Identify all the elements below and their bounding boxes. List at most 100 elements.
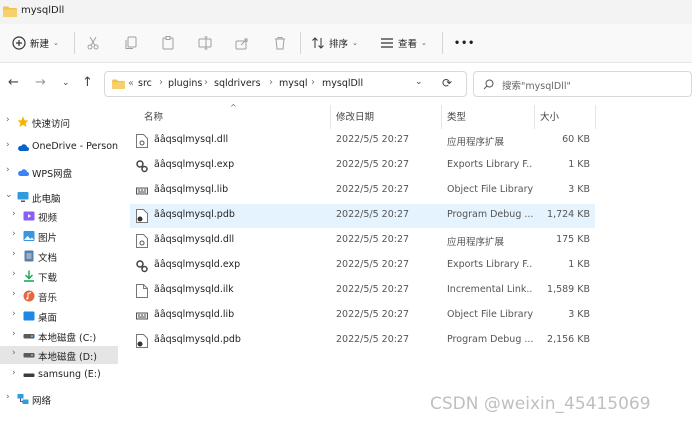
more-options-button[interactable]: ••• <box>454 24 475 62</box>
cloud-icon <box>18 144 29 151</box>
expand-chevron-icon[interactable]: › <box>12 329 16 339</box>
sidebar-item-label: WPS网盘 <box>32 169 73 180</box>
breadcrumb-item[interactable]: mysql <box>279 78 308 89</box>
download-icon <box>24 270 34 282</box>
pdb-file-icon <box>136 209 148 223</box>
breadcrumb-item[interactable]: sqldrivers <box>214 78 261 89</box>
up-arrow-icon[interactable]: ↑ <box>82 75 93 90</box>
breadcrumb-overflow[interactable]: « <box>128 78 134 89</box>
column-header-type[interactable]: 类型 <box>447 109 466 123</box>
column-divider[interactable] <box>595 105 596 129</box>
expand-chevron-icon[interactable]: › <box>12 348 16 358</box>
ilk-file-icon <box>136 284 148 298</box>
address-bar[interactable]: « src › plugins › sqldrivers › mysql › m… <box>104 71 467 97</box>
pdb-file-icon <box>136 334 148 348</box>
file-type: 应用程序扩展 <box>447 137 505 148</box>
clipboard-icon <box>162 36 174 50</box>
breadcrumb-current[interactable]: mysqlDll <box>322 78 363 89</box>
file-name: ãâqsqlmysqld.pdb <box>154 334 241 345</box>
sidebar-item-downloads[interactable]: › 下载 <box>0 267 118 285</box>
column-divider[interactable] <box>534 105 535 129</box>
cut-button[interactable] <box>86 24 100 62</box>
expand-chevron-icon[interactable]: › <box>6 140 10 150</box>
file-row-selected[interactable]: ãâqsqlmysql.pdb 2022/5/5 20:27 Program D… <box>130 204 595 228</box>
expand-chevron-icon[interactable]: › <box>6 115 10 125</box>
sidebar-item-label: samsung (E:) <box>38 369 101 380</box>
file-row[interactable]: ãâqsqlmysql.lib 2022/5/5 20:27 Object Fi… <box>130 179 595 203</box>
video-icon <box>23 211 35 221</box>
search-box[interactable]: 搜索"mysqlDll" <box>473 71 692 97</box>
delete-button[interactable] <box>273 24 287 62</box>
sidebar-item-onedrive[interactable]: › OneDrive - Persona <box>0 138 118 156</box>
file-row[interactable]: ãâqsqlmysqld.pdb 2022/5/5 20:27 Program … <box>130 329 595 353</box>
file-row[interactable]: ãâqsqlmysql.exp 2022/5/5 20:27 Exports L… <box>130 154 595 178</box>
file-name: ãâqsqlmysqld.dll <box>154 234 235 245</box>
expand-chevron-icon[interactable]: › <box>12 368 16 378</box>
back-arrow-icon[interactable]: ← <box>8 75 19 90</box>
collapse-chevron-icon[interactable]: ⌄ <box>5 190 13 200</box>
toolbar-divider <box>74 32 75 54</box>
column-header-name[interactable]: 名称 <box>144 109 163 123</box>
file-name: ãâqsqlmysqld.ilk <box>154 284 234 295</box>
sidebar-item-wps[interactable]: › WPS网盘 <box>0 163 118 181</box>
chevron-down-icon: ⌄ <box>421 39 427 47</box>
gear-file-icon <box>136 260 148 273</box>
paste-button[interactable] <box>161 24 175 62</box>
breadcrumb-item[interactable]: plugins <box>168 78 202 89</box>
sidebar-item-drive-c[interactable]: › 本地磁盘 (C:) <box>0 327 118 345</box>
column-divider[interactable] <box>441 105 442 129</box>
file-name: ãâqsqlmysql.pdb <box>154 209 235 220</box>
column-header-date[interactable]: 修改日期 <box>336 109 374 123</box>
copy-icon <box>125 36 137 49</box>
file-name: ãâqsqlmysqld.exp <box>154 259 241 270</box>
sidebar-item-network[interactable]: › 网络 <box>0 390 118 408</box>
sidebar-item-desktop[interactable]: › 桌面 <box>0 307 118 325</box>
column-divider[interactable] <box>330 105 331 129</box>
sort-label: 排序 <box>329 39 349 50</box>
expand-chevron-icon[interactable]: › <box>12 269 16 279</box>
sort-button[interactable]: 排序 ⌄ <box>311 24 358 62</box>
file-type: Object File Library <box>447 309 533 320</box>
sidebar-item-videos[interactable]: › 视频 <box>0 207 118 225</box>
file-row[interactable]: ãâqsqlmysqld.exp 2022/5/5 20:27 Exports … <box>130 254 595 278</box>
plus-circle-icon <box>12 36 26 50</box>
expand-chevron-icon[interactable]: › <box>6 165 10 175</box>
file-date: 2022/5/5 20:27 <box>336 334 410 345</box>
chevron-down-icon: ⌄ <box>352 39 358 47</box>
sidebar-item-this-pc[interactable]: ⌄ 此电脑 <box>0 188 118 206</box>
refresh-icon[interactable]: ⟳ <box>442 76 452 90</box>
file-size: 2,156 KB <box>547 334 590 345</box>
expand-chevron-icon[interactable]: › <box>6 392 10 402</box>
copy-button[interactable] <box>124 24 138 62</box>
expand-chevron-icon[interactable]: › <box>12 309 16 319</box>
address-history-chevron-icon[interactable]: ⌄ <box>415 77 423 87</box>
file-size: 1 KB <box>568 259 590 270</box>
sidebar-item-documents[interactable]: › 文档 <box>0 247 118 265</box>
sidebar-item-pictures[interactable]: › 图片 <box>0 227 118 245</box>
share-button[interactable] <box>235 24 249 62</box>
recent-chevron-icon[interactable]: ⌄ <box>62 78 70 88</box>
file-row[interactable]: ãâqsqlmysql.dll 2022/5/5 20:27 应用程序扩展 60… <box>130 129 595 153</box>
sidebar-item-music[interactable]: › 音乐 <box>0 287 118 305</box>
navigation-bar: ← → ⌄ ↑ « src › plugins › sqldrivers › m… <box>0 63 692 105</box>
new-button[interactable]: 新建 ⌄ <box>12 24 59 62</box>
rename-button[interactable] <box>198 24 212 62</box>
expand-chevron-icon[interactable]: › <box>12 289 16 299</box>
expand-chevron-icon[interactable]: › <box>12 209 16 219</box>
forward-arrow-icon[interactable]: → <box>35 75 46 90</box>
watermark: CSDN @weixin_45415069 <box>430 394 651 414</box>
file-row[interactable]: ãâqsqlmysqld.dll 2022/5/5 20:27 应用程序扩展 1… <box>130 229 595 253</box>
view-label: 查看 <box>398 39 418 50</box>
sidebar-item-quick-access[interactable]: › 快速访问 <box>0 113 118 131</box>
view-button[interactable]: 查看 ⌄ <box>380 24 427 62</box>
sidebar-item-drive-d[interactable]: › 本地磁盘 (D:) <box>0 346 118 364</box>
trash-icon <box>275 37 285 50</box>
column-header-size[interactable]: 大小 <box>540 109 559 123</box>
sidebar-item-drive-e[interactable]: › samsung (E:) <box>0 366 118 384</box>
breadcrumb-separator-icon: › <box>204 77 208 88</box>
expand-chevron-icon[interactable]: › <box>12 249 16 259</box>
file-row[interactable]: ãâqsqlmysqld.lib 2022/5/5 20:27 Object F… <box>130 304 595 328</box>
breadcrumb-item[interactable]: src <box>138 78 152 89</box>
expand-chevron-icon[interactable]: › <box>12 229 16 239</box>
file-row[interactable]: ãâqsqlmysqld.ilk 2022/5/5 20:27 Incremen… <box>130 279 595 303</box>
